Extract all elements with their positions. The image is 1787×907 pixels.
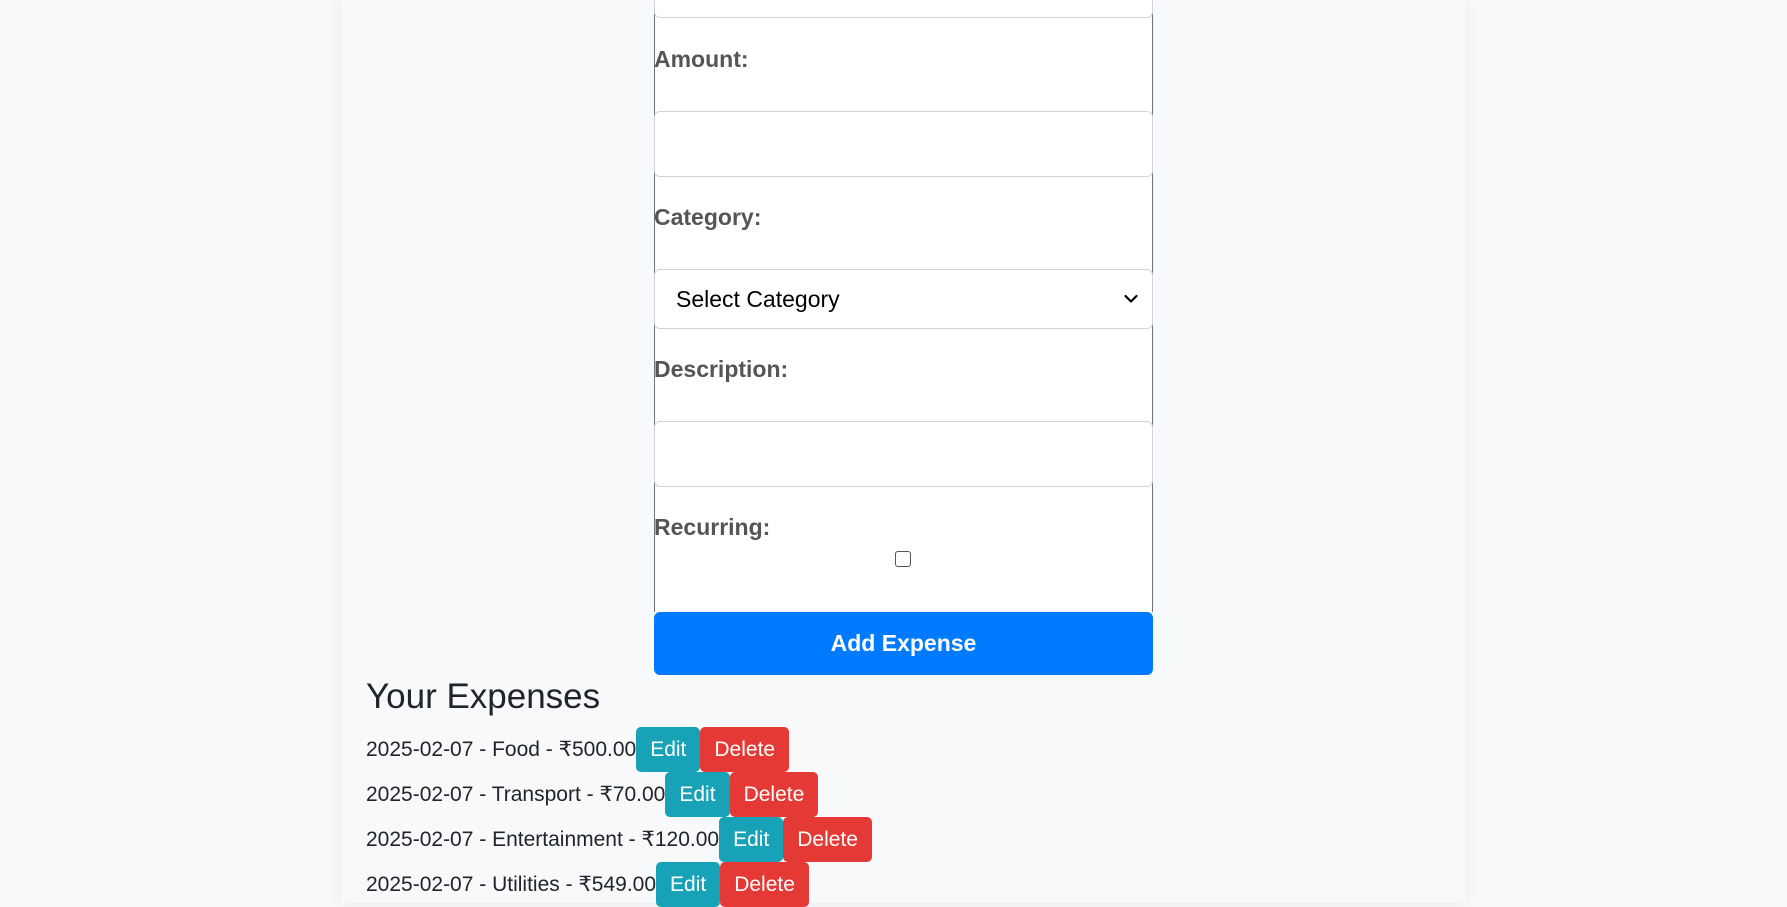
category-select[interactable]: Select Category: [654, 269, 1153, 329]
expense-text: 2025-02-07 - Entertainment - ₹120.00: [366, 828, 720, 851]
description-input[interactable]: [654, 421, 1153, 487]
edit-button[interactable]: Edit: [656, 862, 721, 907]
chevron-down-icon: [1122, 290, 1140, 308]
recurring-label: Recurring:: [654, 514, 771, 540]
description-label: Description:: [654, 356, 789, 382]
recurring-checkbox[interactable]: [895, 551, 911, 567]
expense-text: 2025-02-07 - Transport - ₹70.00: [366, 783, 666, 806]
expense-item: 2025-02-07 - Entertainment - ₹120.00 Edi…: [366, 817, 872, 862]
delete-button[interactable]: Delete: [783, 817, 872, 862]
expense-item: 2025-02-07 - Utilities - ₹549.00 Edit De…: [366, 862, 872, 907]
category-label: Category:: [654, 204, 762, 230]
edit-button[interactable]: Edit: [636, 727, 701, 772]
edit-button[interactable]: Edit: [719, 817, 784, 862]
delete-button[interactable]: Delete: [700, 727, 790, 772]
amount-label: Amount:: [654, 46, 749, 72]
edit-button[interactable]: Edit: [665, 772, 730, 817]
category-select-value: Select Category: [676, 285, 840, 312]
expense-text: 2025-02-07 - Utilities - ₹549.00: [366, 873, 657, 896]
expense-text: 2025-02-07 - Food - ₹500.00: [366, 738, 637, 761]
delete-button[interactable]: Delete: [729, 772, 819, 817]
delete-button[interactable]: Delete: [720, 862, 809, 907]
amount-input[interactable]: [654, 111, 1153, 177]
add-expense-button[interactable]: Add Expense: [654, 612, 1153, 675]
expense-item: 2025-02-07 - Food - ₹500.00 Edit Delete: [366, 727, 872, 772]
date-input[interactable]: [654, 0, 1153, 18]
expense-item: 2025-02-07 - Transport - ₹70.00 Edit Del…: [366, 772, 872, 817]
expense-list: 2025-02-07 - Food - ₹500.00 Edit Delete …: [366, 727, 872, 907]
expenses-title: Your Expenses: [366, 677, 601, 716]
